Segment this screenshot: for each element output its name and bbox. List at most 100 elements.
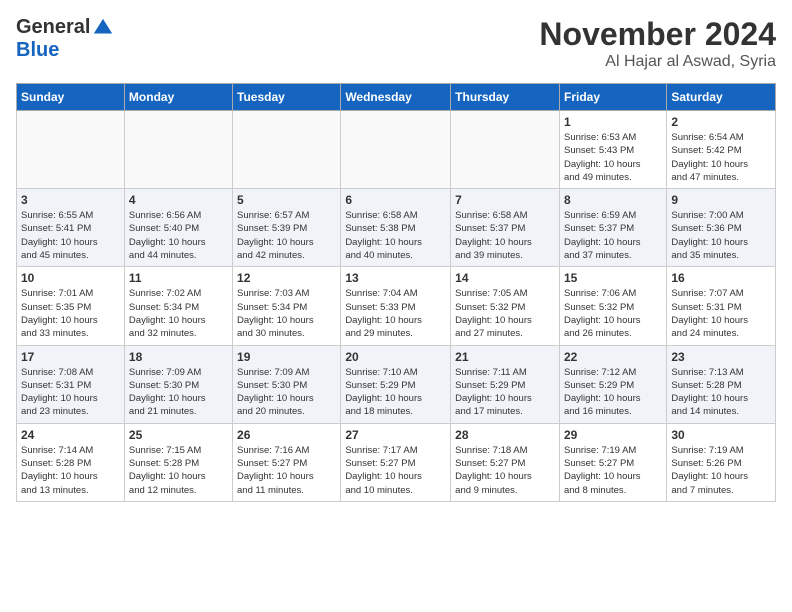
day-info: Sunrise: 6:55 AM Sunset: 5:41 PM Dayligh… <box>21 209 120 262</box>
day-number: 13 <box>345 271 446 285</box>
day-info: Sunrise: 7:02 AM Sunset: 5:34 PM Dayligh… <box>129 287 228 340</box>
day-info: Sunrise: 6:54 AM Sunset: 5:42 PM Dayligh… <box>671 131 771 184</box>
calendar-cell <box>341 111 451 189</box>
day-number: 6 <box>345 193 446 207</box>
day-number: 16 <box>671 271 771 285</box>
calendar-cell: 14Sunrise: 7:05 AM Sunset: 5:32 PM Dayli… <box>451 267 560 345</box>
day-info: Sunrise: 6:58 AM Sunset: 5:38 PM Dayligh… <box>345 209 446 262</box>
calendar-cell: 29 Sunrise: 7:19 AM Sunset: 5:27 PM Dayli… <box>559 423 666 501</box>
location-title: Al Hajar al Aswad, Syria <box>539 53 776 71</box>
day-number: 26 <box>237 428 336 442</box>
calendar-cell: 9 Sunrise: 7:00 AM Sunset: 5:36 PM Daylig… <box>667 189 776 267</box>
day-info: Sunrise: 7:17 AM Sunset: 5:27 PM Dayligh… <box>345 444 446 497</box>
calendar-week-row: 10 Sunrise: 7:01 AM Sunset: 5:35 PM Dayli… <box>17 267 776 345</box>
day-number: 3 <box>21 193 120 207</box>
day-info: Sunrise: 7:08 AM Sunset: 5:31 PM Dayligh… <box>21 366 120 419</box>
calendar-cell: 12 Sunrise: 7:03 AM Sunset: 5:34 PM Dayli… <box>233 267 341 345</box>
calendar-cell: 7Sunrise: 6:58 AM Sunset: 5:37 PM Daylig… <box>451 189 560 267</box>
day-number: 2 <box>671 115 771 129</box>
calendar-cell: 30 Sunrise: 7:19 AM Sunset: 5:26 PM Dayli… <box>667 423 776 501</box>
day-number: 27 <box>345 428 446 442</box>
weekday-header-row: SundayMondayTuesdayWednesdayThursdayFrid… <box>17 84 776 111</box>
calendar-cell: 26Sunrise: 7:16 AM Sunset: 5:27 PM Dayli… <box>233 423 341 501</box>
calendar-cell: 28 Sunrise: 7:18 AM Sunset: 5:27 PM Dayli… <box>451 423 560 501</box>
weekday-header-thursday: Thursday <box>451 84 560 111</box>
day-info: Sunrise: 6:58 AM Sunset: 5:37 PM Dayligh… <box>455 209 555 262</box>
day-info: Sunrise: 7:10 AM Sunset: 5:29 PM Dayligh… <box>345 366 446 419</box>
day-info: Sunrise: 7:05 AM Sunset: 5:32 PM Dayligh… <box>455 287 555 340</box>
day-info: Sunrise: 6:57 AM Sunset: 5:39 PM Dayligh… <box>237 209 336 262</box>
calendar-cell: 6 Sunrise: 6:58 AM Sunset: 5:38 PM Daylig… <box>341 189 451 267</box>
calendar-cell: 25Sunrise: 7:15 AM Sunset: 5:28 PM Dayli… <box>124 423 232 501</box>
calendar-cell: 27 Sunrise: 7:17 AM Sunset: 5:27 PM Dayli… <box>341 423 451 501</box>
day-info: Sunrise: 7:01 AM Sunset: 5:35 PM Dayligh… <box>21 287 120 340</box>
day-number: 21 <box>455 350 555 364</box>
day-info: Sunrise: 7:06 AM Sunset: 5:32 PM Dayligh… <box>564 287 662 340</box>
logo-blue-text: Blue <box>16 39 59 62</box>
calendar-cell: 15 Sunrise: 7:06 AM Sunset: 5:32 PM Dayli… <box>559 267 666 345</box>
day-number: 4 <box>129 193 228 207</box>
calendar-cell <box>124 111 232 189</box>
day-info: Sunrise: 7:11 AM Sunset: 5:29 PM Dayligh… <box>455 366 555 419</box>
calendar-cell: 2 Sunrise: 6:54 AM Sunset: 5:42 PM Daylig… <box>667 111 776 189</box>
calendar-cell: 5 Sunrise: 6:57 AM Sunset: 5:39 PM Daylig… <box>233 189 341 267</box>
calendar-cell: 13Sunrise: 7:04 AM Sunset: 5:33 PM Dayli… <box>341 267 451 345</box>
calendar-cell: 3 Sunrise: 6:55 AM Sunset: 5:41 PM Daylig… <box>17 189 125 267</box>
day-number: 19 <box>237 350 336 364</box>
calendar-cell: 1 Sunrise: 6:53 AM Sunset: 5:43 PM Daylig… <box>559 111 666 189</box>
calendar-table: SundayMondayTuesdayWednesdayThursdayFrid… <box>16 83 776 502</box>
day-info: Sunrise: 7:18 AM Sunset: 5:27 PM Dayligh… <box>455 444 555 497</box>
day-info: Sunrise: 7:03 AM Sunset: 5:34 PM Dayligh… <box>237 287 336 340</box>
day-info: Sunrise: 7:12 AM Sunset: 5:29 PM Dayligh… <box>564 366 662 419</box>
day-number: 28 <box>455 428 555 442</box>
day-info: Sunrise: 7:07 AM Sunset: 5:31 PM Dayligh… <box>671 287 771 340</box>
day-number: 12 <box>237 271 336 285</box>
calendar-cell: 21 Sunrise: 7:11 AM Sunset: 5:29 PM Dayli… <box>451 345 560 423</box>
day-number: 1 <box>564 115 662 129</box>
weekday-header-friday: Friday <box>559 84 666 111</box>
calendar-cell: 17 Sunrise: 7:08 AM Sunset: 5:31 PM Dayli… <box>17 345 125 423</box>
day-number: 15 <box>564 271 662 285</box>
day-number: 5 <box>237 193 336 207</box>
month-title: November 2024 <box>539 16 776 53</box>
calendar-cell: 23 Sunrise: 7:13 AM Sunset: 5:28 PM Dayli… <box>667 345 776 423</box>
day-info: Sunrise: 7:13 AM Sunset: 5:28 PM Dayligh… <box>671 366 771 419</box>
calendar-cell: 8 Sunrise: 6:59 AM Sunset: 5:37 PM Daylig… <box>559 189 666 267</box>
day-info: Sunrise: 6:53 AM Sunset: 5:43 PM Dayligh… <box>564 131 662 184</box>
day-number: 29 <box>564 428 662 442</box>
calendar-cell: 4 Sunrise: 6:56 AM Sunset: 5:40 PM Daylig… <box>124 189 232 267</box>
logo-general-text: General <box>16 16 90 39</box>
day-number: 25 <box>129 428 228 442</box>
day-number: 10 <box>21 271 120 285</box>
logo-icon <box>92 17 114 39</box>
page-header: General Blue November 2024 Al Hajar al A… <box>16 16 776 71</box>
day-info: Sunrise: 7:09 AM Sunset: 5:30 PM Dayligh… <box>129 366 228 419</box>
calendar-cell: 18 Sunrise: 7:09 AM Sunset: 5:30 PM Dayli… <box>124 345 232 423</box>
day-number: 17 <box>21 350 120 364</box>
calendar-cell: 24 Sunrise: 7:14 AM Sunset: 5:28 PM Dayli… <box>17 423 125 501</box>
day-number: 24 <box>21 428 120 442</box>
day-info: Sunrise: 7:19 AM Sunset: 5:27 PM Dayligh… <box>564 444 662 497</box>
day-info: Sunrise: 7:19 AM Sunset: 5:26 PM Dayligh… <box>671 444 771 497</box>
calendar-week-row: 1 Sunrise: 6:53 AM Sunset: 5:43 PM Daylig… <box>17 111 776 189</box>
calendar-week-row: 17 Sunrise: 7:08 AM Sunset: 5:31 PM Dayli… <box>17 345 776 423</box>
calendar-week-row: 3 Sunrise: 6:55 AM Sunset: 5:41 PM Daylig… <box>17 189 776 267</box>
day-number: 18 <box>129 350 228 364</box>
day-number: 23 <box>671 350 771 364</box>
day-number: 20 <box>345 350 446 364</box>
day-info: Sunrise: 7:14 AM Sunset: 5:28 PM Dayligh… <box>21 444 120 497</box>
day-info: Sunrise: 7:00 AM Sunset: 5:36 PM Dayligh… <box>671 209 771 262</box>
calendar-cell <box>233 111 341 189</box>
day-info: Sunrise: 6:59 AM Sunset: 5:37 PM Dayligh… <box>564 209 662 262</box>
title-block: November 2024 Al Hajar al Aswad, Syria <box>539 16 776 71</box>
day-number: 9 <box>671 193 771 207</box>
day-number: 30 <box>671 428 771 442</box>
day-number: 8 <box>564 193 662 207</box>
day-number: 22 <box>564 350 662 364</box>
calendar-cell <box>17 111 125 189</box>
calendar-week-row: 24 Sunrise: 7:14 AM Sunset: 5:28 PM Dayli… <box>17 423 776 501</box>
day-info: Sunrise: 6:56 AM Sunset: 5:40 PM Dayligh… <box>129 209 228 262</box>
day-info: Sunrise: 7:09 AM Sunset: 5:30 PM Dayligh… <box>237 366 336 419</box>
calendar-cell: 20 Sunrise: 7:10 AM Sunset: 5:29 PM Dayli… <box>341 345 451 423</box>
calendar-cell: 19 Sunrise: 7:09 AM Sunset: 5:30 PM Dayli… <box>233 345 341 423</box>
